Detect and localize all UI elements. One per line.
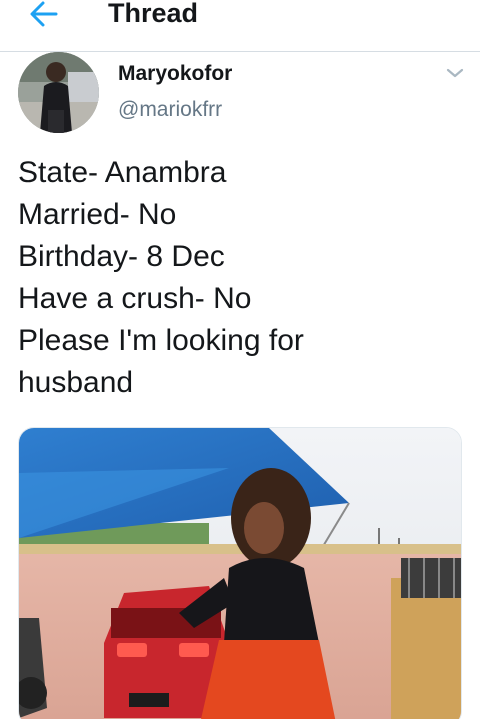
author-handle: @mariokfrr xyxy=(118,98,223,121)
avatar[interactable] xyxy=(18,52,99,133)
thread-screen: Thread Maryokofor @mariokfrr State- Anam… xyxy=(0,0,480,719)
arrow-left-icon xyxy=(30,1,58,27)
tweet-photo[interactable] xyxy=(18,427,462,719)
tweet-line: Have a crush- No xyxy=(18,282,252,315)
chevron-down-icon xyxy=(446,68,464,78)
back-button[interactable] xyxy=(22,0,66,34)
tweet-line: State- Anambra xyxy=(18,156,227,189)
tweet-line: Please I'm looking for xyxy=(18,324,304,357)
tweet-line: Married- No xyxy=(18,198,177,231)
tweet-menu-button[interactable] xyxy=(440,62,470,84)
top-bar: Thread xyxy=(0,0,480,52)
tweet-text: State- Anambra Married- No Birthday- 8 D… xyxy=(18,152,468,404)
tweet-line: husband xyxy=(18,366,134,399)
author-name[interactable]: Maryokofor xyxy=(118,60,232,88)
tweet-line: Birthday- 8 Dec xyxy=(18,240,225,273)
page-title: Thread xyxy=(108,0,199,28)
